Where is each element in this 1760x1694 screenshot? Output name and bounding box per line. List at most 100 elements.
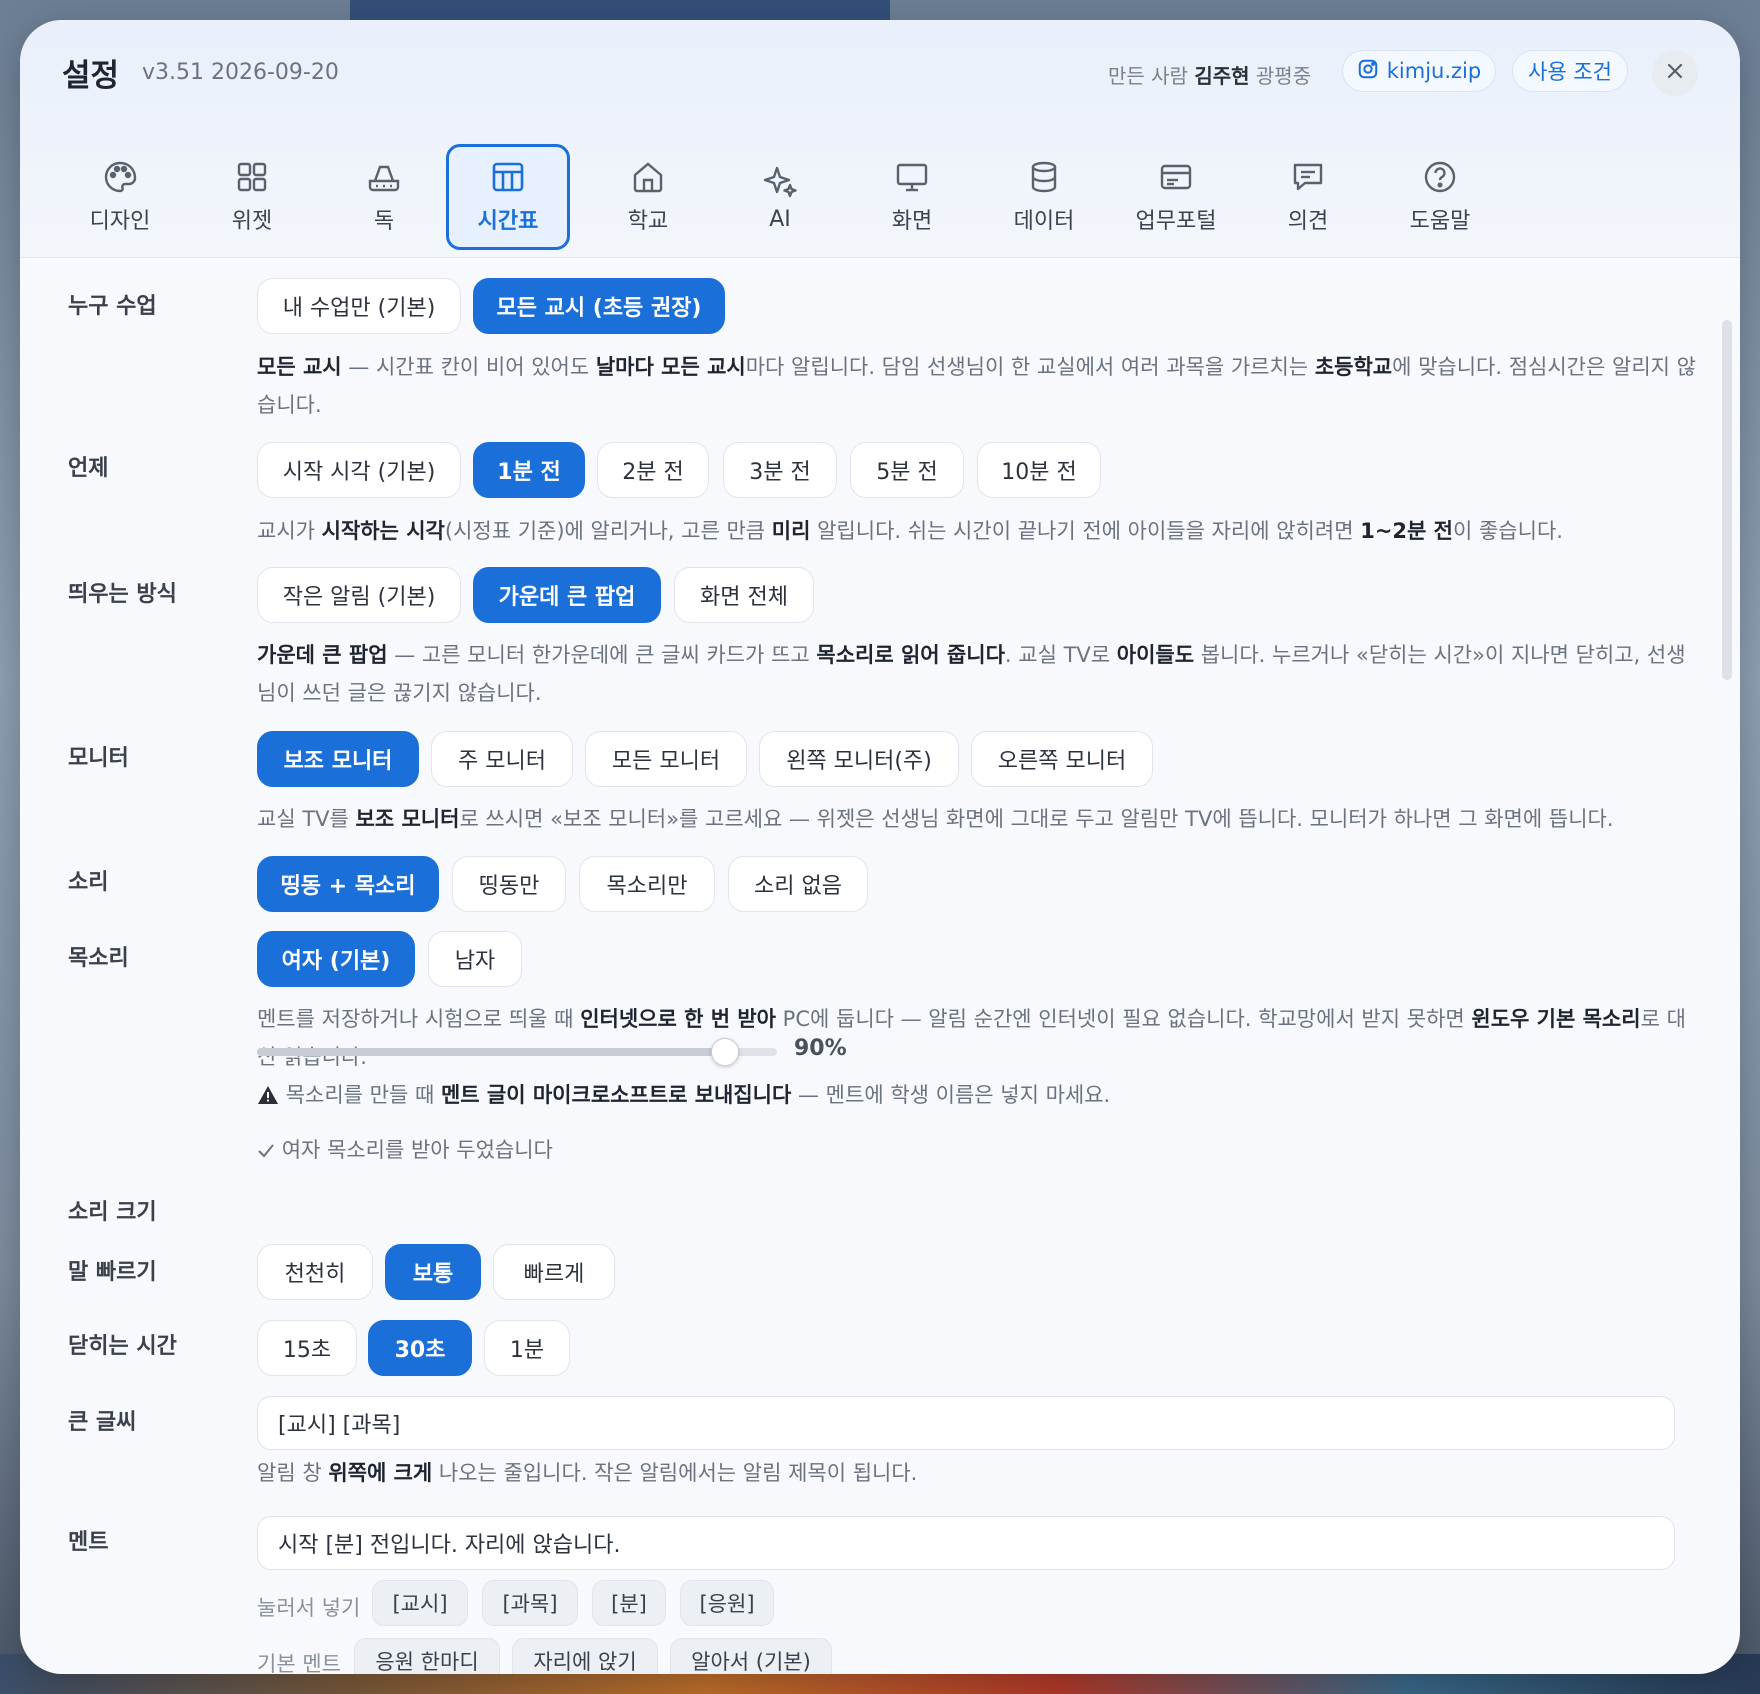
close-time-option-1min[interactable]: 1분 bbox=[484, 1320, 570, 1376]
page-title: 설정 bbox=[62, 58, 120, 94]
big-text-label: 큰 글씨 bbox=[68, 1410, 137, 1435]
tab-screen[interactable]: 화면 bbox=[850, 144, 974, 250]
voice-status: 여자 목소리를 받아 두었습니다 bbox=[257, 1134, 553, 1164]
tab-label: 시간표 bbox=[477, 209, 539, 234]
sound-option-chime[interactable]: 띵동만 bbox=[452, 856, 566, 912]
check-icon bbox=[257, 1138, 275, 1162]
tab-label: 도움말 bbox=[1409, 209, 1471, 234]
close-time-option-15s[interactable]: 15초 bbox=[257, 1320, 357, 1376]
speed-option-fast[interactable]: 빠르게 bbox=[493, 1244, 615, 1300]
when-description: 교시가 시작하는 시각(시정표 기준)에 알리거나, 고른 만큼 미리 알립니다… bbox=[257, 519, 1563, 543]
tab-widget[interactable]: 위젯 bbox=[190, 144, 314, 250]
table-icon bbox=[492, 162, 524, 192]
tab-data[interactable]: 데이터 bbox=[982, 144, 1106, 250]
insert-chip-subject[interactable]: [과목] bbox=[482, 1580, 578, 1626]
preset-chip-sit[interactable]: 자리에 앉기 bbox=[512, 1638, 658, 1674]
tab-timetable[interactable]: 시간표 bbox=[446, 144, 570, 250]
who-option-all[interactable]: 모든 교시 (초등 권장) bbox=[473, 278, 725, 334]
speed-option-normal[interactable]: 보통 bbox=[385, 1244, 481, 1300]
popup-option-center[interactable]: 가운데 큰 팝업 bbox=[473, 567, 661, 623]
home-icon bbox=[633, 162, 663, 193]
when-option-5min[interactable]: 5분 전 bbox=[850, 442, 964, 498]
background-window bbox=[350, 0, 890, 22]
maker-name: 김주현 bbox=[1194, 64, 1250, 88]
monitor-label: 모니터 bbox=[68, 746, 129, 771]
voice-description: 멘트를 저장하거나 시험으로 띄울 때 인터넷으로 한 번 받아 PC에 둡니다… bbox=[257, 1007, 1686, 1069]
monitor-option-all[interactable]: 모든 모니터 bbox=[585, 731, 747, 787]
speed-option-slow[interactable]: 천천히 bbox=[257, 1244, 373, 1300]
close-time-label: 닫히는 시간 bbox=[68, 1334, 177, 1359]
when-option-10min[interactable]: 10분 전 bbox=[977, 442, 1101, 498]
settings-tabs: 디자인 위젯 독 시간표 학교 AI 화면 데이터 업무포털 의견 도움말 bbox=[20, 124, 1740, 254]
who-description: 모든 교시 — 시간표 칸이 비어 있어도 날마다 모든 교시마다 알립니다. … bbox=[257, 355, 1696, 417]
popup-option-fullscreen[interactable]: 화면 전체 bbox=[674, 567, 814, 623]
warning-icon bbox=[257, 1083, 279, 1107]
instagram-label: kimju.zip bbox=[1386, 59, 1482, 83]
monitor-option-primary[interactable]: 주 모니터 bbox=[431, 731, 573, 787]
volume-slider-thumb[interactable] bbox=[711, 1038, 739, 1066]
instagram-icon bbox=[1357, 58, 1379, 85]
tab-label: 독 bbox=[373, 209, 395, 234]
ment-label: 멘트 bbox=[68, 1530, 109, 1555]
tab-label: 위젯 bbox=[231, 209, 273, 234]
instagram-link[interactable]: kimju.zip bbox=[1342, 50, 1496, 92]
popup-option-small[interactable]: 작은 알림 (기본) bbox=[257, 567, 461, 623]
voice-option-male[interactable]: 남자 bbox=[428, 931, 522, 987]
voice-option-female[interactable]: 여자 (기본) bbox=[257, 931, 415, 987]
insert-label: 눌러서 넣기 bbox=[257, 1596, 361, 1620]
monitor-option-right[interactable]: 오른쪽 모니터 bbox=[971, 731, 1153, 787]
when-option-1min[interactable]: 1분 전 bbox=[473, 442, 585, 498]
tab-label: 디자인 bbox=[89, 209, 151, 234]
dock-icon bbox=[368, 165, 400, 192]
card-icon bbox=[1160, 164, 1192, 190]
who-label: 누구 수업 bbox=[68, 294, 157, 319]
tab-design[interactable]: 디자인 bbox=[58, 144, 182, 250]
maker-credit: 만든 사람 김주현 광평중 bbox=[1108, 60, 1311, 89]
insert-chip-minute[interactable]: [분] bbox=[592, 1580, 666, 1626]
preset-chip-auto[interactable]: 알아서 (기본) bbox=[670, 1638, 832, 1674]
tab-help[interactable]: 도움말 bbox=[1378, 144, 1502, 250]
when-option-2min[interactable]: 2분 전 bbox=[597, 442, 709, 498]
preset-chip-cheer[interactable]: 응원 한마디 bbox=[354, 1638, 500, 1674]
tab-label: 업무포털 bbox=[1135, 209, 1217, 234]
tab-label: 의견 bbox=[1287, 209, 1329, 234]
database-icon bbox=[1031, 161, 1057, 193]
volume-value: 90% bbox=[794, 1036, 847, 1061]
scrollbar[interactable] bbox=[1722, 320, 1732, 680]
close-button[interactable] bbox=[1652, 50, 1698, 96]
monitor-option-secondary[interactable]: 보조 모니터 bbox=[257, 731, 419, 787]
ment-input[interactable]: 시작 [분] 전입니다. 자리에 앉습니다. bbox=[257, 1516, 1675, 1570]
popup-label: 띄우는 방식 bbox=[68, 582, 177, 607]
volume-label: 소리 크기 bbox=[68, 1200, 157, 1225]
sound-option-both[interactable]: 띵동 + 목소리 bbox=[257, 856, 439, 912]
volume-slider[interactable] bbox=[257, 1038, 777, 1066]
big-text-description: 알림 창 위쪽에 크게 나오는 줄입니다. 작은 알림에서는 알림 제목이 됩니… bbox=[257, 1461, 918, 1485]
when-option-3min[interactable]: 3분 전 bbox=[723, 442, 837, 498]
insert-chip-cheer[interactable]: [응원] bbox=[680, 1580, 774, 1626]
tab-ai[interactable]: AI bbox=[718, 144, 842, 250]
settings-header: 설정 v3.51 2026-09-20 만든 사람 김주현 광평중 kimju.… bbox=[20, 20, 1740, 258]
tab-label: 화면 bbox=[891, 209, 933, 234]
tab-work-portal[interactable]: 업무포털 bbox=[1114, 144, 1238, 250]
maker-suffix: 광평중 bbox=[1255, 64, 1312, 88]
settings-modal: 설정 v3.51 2026-09-20 만든 사람 김주현 광평중 kimju.… bbox=[20, 20, 1740, 1674]
sparkle-icon bbox=[763, 166, 797, 197]
maker-prefix: 만든 사람 bbox=[1108, 64, 1188, 88]
popup-description: 가운데 큰 팝업 — 고른 모니터 한가운데에 큰 글씨 카드가 뜨고 목소리로… bbox=[257, 643, 1686, 705]
voice-label: 목소리 bbox=[68, 946, 129, 971]
insert-chip-period[interactable]: [교시] bbox=[372, 1580, 468, 1626]
preset-label: 기본 멘트 bbox=[257, 1652, 341, 1674]
terms-link[interactable]: 사용 조건 bbox=[1512, 50, 1628, 92]
who-option-mine[interactable]: 내 수업만 (기본) bbox=[257, 278, 461, 334]
big-text-input[interactable]: [교시] [과목] bbox=[257, 1396, 1675, 1450]
monitor-option-left[interactable]: 왼쪽 모니터(주) bbox=[759, 731, 959, 787]
when-option-start[interactable]: 시작 시각 (기본) bbox=[257, 442, 461, 498]
tab-school[interactable]: 학교 bbox=[586, 144, 710, 250]
sound-option-voice[interactable]: 목소리만 bbox=[579, 856, 715, 912]
voice-warning: 목소리를 만들 때 멘트 글이 마이크로소프트로 보내집니다 — 멘트에 학생 … bbox=[257, 1076, 1697, 1114]
monitor-icon bbox=[896, 163, 928, 192]
sound-option-none[interactable]: 소리 없음 bbox=[728, 856, 868, 912]
close-time-option-30s[interactable]: 30초 bbox=[368, 1320, 472, 1376]
tab-dock[interactable]: 독 bbox=[322, 144, 446, 250]
tab-feedback[interactable]: 의견 bbox=[1246, 144, 1370, 250]
